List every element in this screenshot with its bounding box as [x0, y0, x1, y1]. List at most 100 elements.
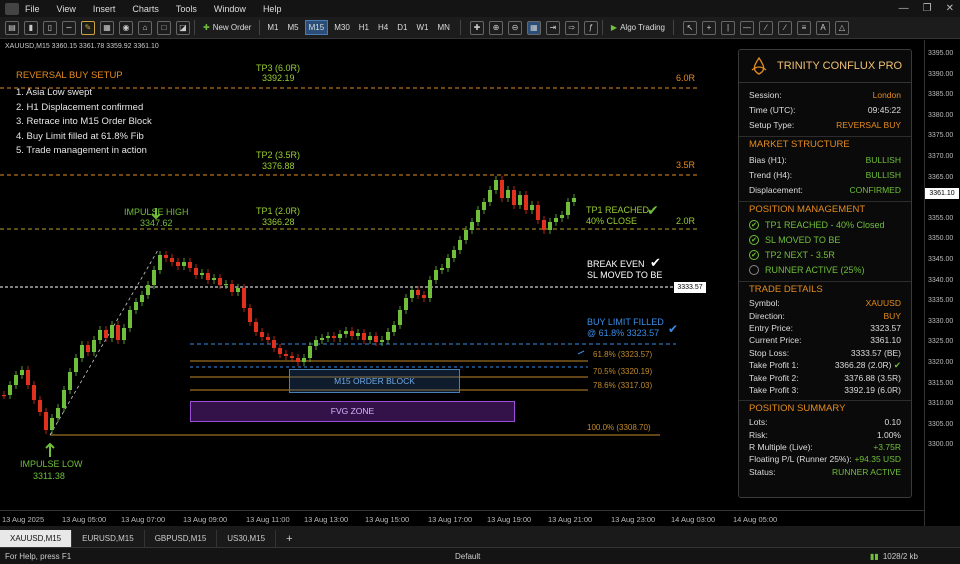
- crosshair-tool-icon[interactable]: +: [702, 20, 716, 35]
- time-value: 09:45:22: [867, 104, 901, 115]
- cursor-icon[interactable]: ↖: [683, 20, 697, 35]
- candle-body: [416, 290, 420, 295]
- candle-body: [272, 340, 276, 348]
- candle-body: [92, 340, 96, 352]
- channel-icon[interactable]: ∕: [778, 20, 792, 35]
- tf-m1[interactable]: M1: [264, 21, 281, 34]
- zoom-out-icon[interactable]: ⊖: [507, 20, 522, 35]
- add-tab-button[interactable]: +: [276, 531, 302, 547]
- menu-file[interactable]: File: [25, 4, 40, 14]
- terminal-icon[interactable]: □: [157, 20, 171, 35]
- indicators-icon[interactable]: ƒ: [583, 20, 598, 35]
- check-circle-icon: ✔: [749, 249, 759, 260]
- algo-trading-button[interactable]: ▶ Algo Trading: [611, 23, 665, 32]
- crosshair-icon[interactable]: ✚: [469, 20, 484, 35]
- candle-body: [536, 205, 540, 220]
- trendline-icon[interactable]: ∕: [759, 20, 773, 35]
- bias-value: BULLISH: [865, 154, 901, 165]
- tp1-price: 3366.28: [262, 217, 295, 227]
- tf-w1[interactable]: W1: [413, 21, 431, 34]
- candle-body: [470, 222, 474, 230]
- price-axis[interactable]: 3395.00 3390.00 3385.00 3380.00 3375.00 3370.…: [924, 40, 960, 526]
- tf-m5[interactable]: M5: [285, 21, 302, 34]
- market-watch-icon[interactable]: ◉: [119, 20, 133, 35]
- time-label: Time (UTC):: [749, 104, 796, 115]
- time-tick: 14 Aug 03:00: [671, 515, 716, 524]
- bar-chart-icon[interactable]: ▮: [24, 20, 38, 35]
- tf-d1[interactable]: D1: [394, 21, 410, 34]
- ps-label: Lots:: [749, 417, 768, 428]
- minimize-icon[interactable]: —: [899, 3, 909, 14]
- td-label: Symbol:: [749, 298, 780, 309]
- candle-body: [404, 298, 408, 310]
- candle-body: [2, 395, 6, 397]
- candle-body: [248, 308, 252, 322]
- candle-body: [452, 250, 456, 258]
- impulse-trendline: [49, 249, 159, 436]
- fib-705-label: 70.5% (3320.19): [593, 367, 653, 376]
- tf-m30[interactable]: M30: [331, 21, 353, 34]
- candle-body: [194, 268, 198, 275]
- time-tick: 13 Aug 23:00: [611, 515, 656, 524]
- close-icon[interactable]: ✕: [946, 3, 954, 14]
- menu-help[interactable]: Help: [263, 4, 282, 14]
- toolbar-divider: [673, 20, 674, 35]
- autoscroll-icon[interactable]: ⇥: [545, 20, 560, 35]
- templates-icon[interactable]: ✎: [81, 20, 95, 35]
- candle-body: [182, 262, 186, 266]
- candle-body: [446, 258, 450, 268]
- fibonacci-icon[interactable]: ≡: [797, 20, 811, 35]
- tab-gbpusd[interactable]: GBPUSD,M15: [145, 530, 218, 547]
- candles-icon[interactable]: ▯: [43, 20, 57, 35]
- fib-100-label: 100.0% (3308.70): [587, 423, 651, 432]
- candle-body: [26, 370, 30, 385]
- candle-body: [518, 195, 522, 205]
- tf-m15[interactable]: M15: [304, 20, 329, 35]
- tf-h1[interactable]: H1: [356, 21, 372, 34]
- tab-xauusd[interactable]: XAUUSD,M15: [0, 530, 73, 547]
- td-value: XAUUSD: [865, 298, 901, 309]
- candle-body: [44, 412, 48, 430]
- line-chart-icon[interactable]: ∽: [62, 20, 76, 35]
- candle-body: [386, 332, 390, 340]
- grid-icon[interactable]: ▦: [526, 20, 541, 35]
- candle-body: [266, 337, 270, 340]
- candle-body: [206, 273, 210, 280]
- horizontal-line-icon[interactable]: —: [740, 20, 754, 35]
- tab-eurusd[interactable]: EURUSD,M15: [72, 530, 145, 547]
- profiles-icon[interactable]: ▦: [100, 20, 114, 35]
- tab-us30[interactable]: US30,M15: [217, 530, 277, 547]
- status-bar: For Help, press F1 Default ▮▮ 1028/2 kb: [0, 547, 960, 564]
- price-tick: 3330.00: [928, 317, 954, 325]
- new-order-button[interactable]: ✚ New Order: [203, 23, 251, 32]
- restore-icon[interactable]: ❐: [923, 3, 932, 14]
- menu-insert[interactable]: Insert: [93, 4, 116, 14]
- time-axis[interactable]: 13 Aug 2025 13 Aug 05:00 13 Aug 07:00 13 Au…: [0, 510, 924, 526]
- td-value: 3333.57 (BE): [850, 347, 901, 358]
- ps-value: 1.00%: [876, 429, 901, 440]
- toolbar-divider: [194, 20, 195, 35]
- time-tick: 13 Aug 2025: [2, 515, 45, 524]
- menu-window[interactable]: Window: [214, 4, 246, 14]
- navigator-icon[interactable]: ⌂: [138, 20, 152, 35]
- tf-mn[interactable]: MN: [434, 21, 452, 34]
- time-tick: 13 Aug 11:00: [246, 515, 290, 524]
- pm-item: TP2 NEXT - 3.5R: [765, 249, 835, 260]
- candle-body: [572, 198, 576, 202]
- vertical-line-icon[interactable]: |: [721, 20, 735, 35]
- chart-shift-icon[interactable]: ⇨: [564, 20, 579, 35]
- new-order-icon: ✚: [203, 23, 210, 32]
- entry-marker: [577, 350, 585, 355]
- zoom-in-icon[interactable]: ⊕: [488, 20, 503, 35]
- strategy-tester-icon[interactable]: ◪: [176, 20, 190, 35]
- toolbar-divider: [601, 20, 603, 35]
- menu-tools[interactable]: Tools: [176, 4, 197, 14]
- menu-view[interactable]: View: [57, 4, 76, 14]
- tf-h4[interactable]: H4: [375, 21, 391, 34]
- menu-charts[interactable]: Charts: [132, 4, 159, 14]
- shapes-icon[interactable]: △: [835, 20, 849, 35]
- candle-body: [308, 346, 312, 358]
- tp3-price: 3392.19: [262, 73, 295, 83]
- chart-type-icon[interactable]: ▤: [5, 20, 19, 35]
- text-tool-icon[interactable]: A: [816, 20, 830, 35]
